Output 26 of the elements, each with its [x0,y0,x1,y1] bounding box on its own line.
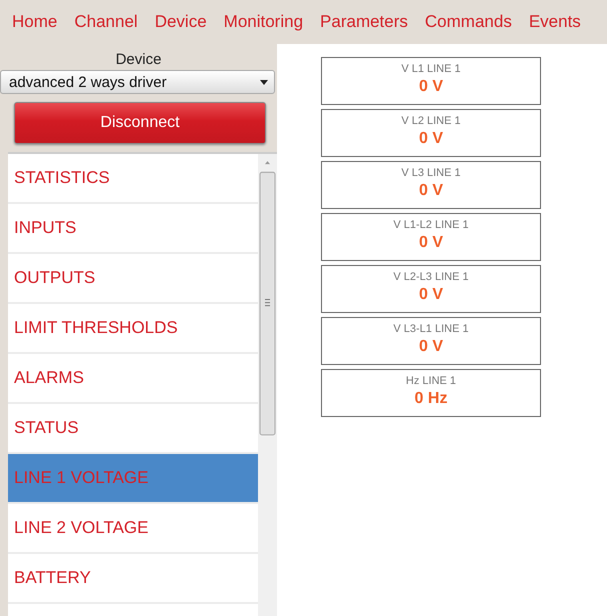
reading-label: V L2 LINE 1 [401,115,461,127]
nav-link[interactable]: Commands [424,12,512,32]
device-select[interactable]: advanced 2 ways driver [0,70,275,94]
reading-value: 0 Hz [414,390,448,408]
reading-label: V L2-L3 LINE 1 [393,271,469,283]
nav-link[interactable]: Device [154,12,207,32]
reading-label: V L1-L2 LINE 1 [393,219,469,231]
disconnect-button[interactable]: Disconnect [14,102,266,144]
reading-label: V L3-L1 LINE 1 [393,323,469,335]
nav-link[interactable]: Parameters [320,12,408,32]
device-label: Device [114,50,162,70]
reading-label: Hz LINE 1 [406,375,456,387]
scrollbar[interactable] [258,154,277,616]
reading-label: V L1 LINE 1 [401,63,461,75]
reading-label: V L3 LINE 1 [401,167,461,179]
nav-link[interactable]: Home [12,12,58,32]
reading-value: 0 V [418,286,443,304]
nav-link[interactable]: Channel [74,12,138,32]
reading-value: 0 V [418,234,443,252]
reading-value: 0 V [418,78,443,96]
reading-value: 0 V [418,338,443,356]
nav-link[interactable]: Monitoring [224,12,304,32]
reading-value: 0 V [418,130,443,148]
nav-link[interactable]: Events [528,12,581,32]
reading-value: 0 V [418,182,443,200]
caret-icon [260,80,268,84]
